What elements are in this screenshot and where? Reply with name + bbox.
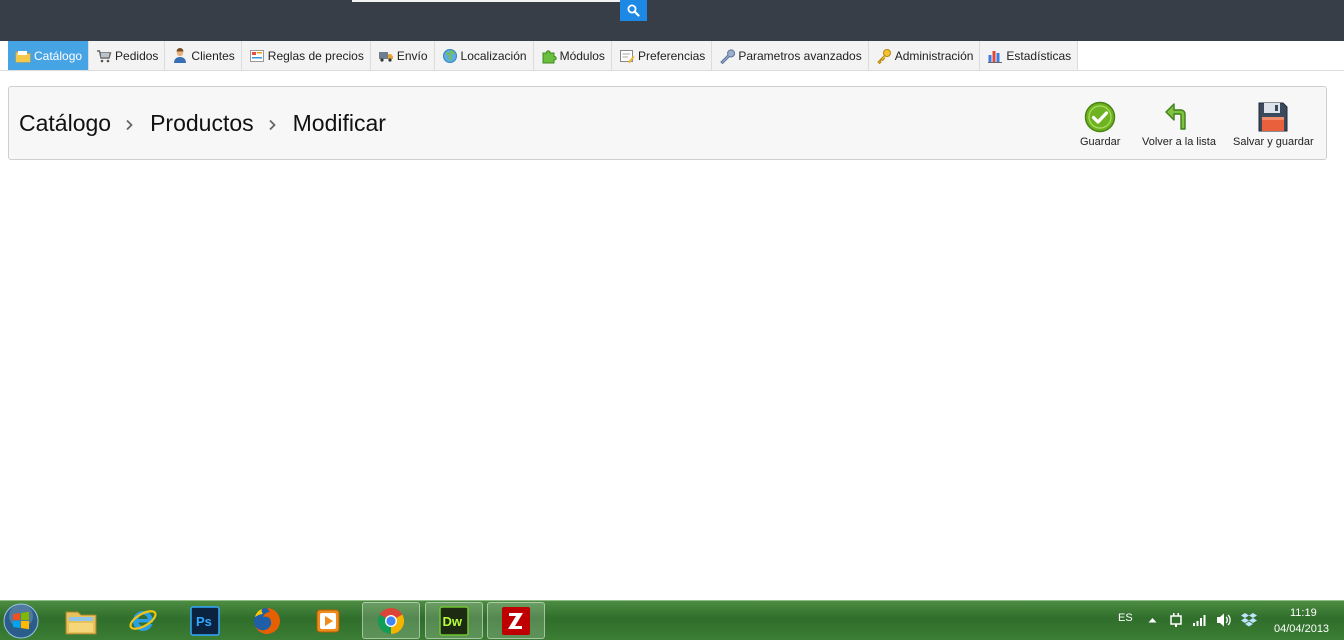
wrench-icon: [720, 48, 736, 64]
key-icon: [877, 48, 891, 64]
chevron-right-icon: [269, 119, 276, 130]
filezilla-icon: [502, 606, 530, 635]
menu-item-modulos[interactable]: Módulos: [533, 41, 612, 70]
menu-item-reglas-de-precios[interactable]: Reglas de precios: [241, 41, 371, 70]
toolbar-panel: Catálogo Productos Modificar Guardar Vol…: [8, 86, 1327, 160]
cart-icon: [97, 49, 112, 62]
top-header: [0, 0, 1344, 41]
menu-item-localizacion[interactable]: Localización: [434, 41, 534, 70]
taskbar-firefox[interactable]: [238, 602, 296, 639]
internet-explorer-icon: [129, 609, 157, 631]
taskbar-photoshop[interactable]: Ps: [176, 602, 234, 639]
start-button[interactable]: [3, 603, 39, 639]
menu-item-envio[interactable]: Envío: [370, 41, 435, 70]
windows-taskbar: Ps Dw ES 11:19 04/04/2013: [0, 600, 1344, 640]
menu-item-parametros-avanzados[interactable]: Parametros avanzados: [712, 41, 869, 70]
menu-item-clientes[interactable]: Clientes: [165, 41, 242, 70]
bar-chart-icon: [988, 50, 1003, 63]
back-to-list-label: Volver a la lista: [1142, 136, 1216, 148]
dreamweaver-icon: Dw: [439, 605, 469, 636]
menu-item-label: Catálogo: [34, 48, 83, 63]
save-button-label: Guardar: [1080, 136, 1121, 148]
breadcrumb-separator: [268, 110, 277, 137]
main-menu-bar: Catálogo Pedidos Clientes Reglas de prec…: [0, 41, 1344, 71]
chevron-right-icon: [126, 119, 133, 130]
dropbox-icon[interactable]: [1240, 612, 1258, 628]
taskbar-internet-explorer[interactable]: [114, 602, 172, 639]
save-and-stay-button[interactable]: Salvar y guardar: [1233, 101, 1314, 148]
save-button[interactable]: Guardar: [1080, 101, 1120, 148]
user-icon: [174, 47, 187, 63]
menu-item-label: Preferencias: [637, 48, 706, 63]
taskbar-file-explorer[interactable]: [52, 602, 110, 639]
price-rules-icon: [249, 49, 264, 62]
menu-item-label: Reglas de precios: [267, 48, 364, 63]
windows-logo-icon: [3, 603, 39, 639]
show-hidden-icons-icon[interactable]: [1148, 617, 1157, 623]
taskbar-media-player[interactable]: [300, 602, 358, 639]
truck-icon: [378, 51, 393, 62]
power-plug-icon[interactable]: [1169, 612, 1183, 628]
breadcrumb-separator: [125, 110, 134, 137]
file-explorer-icon: [65, 611, 97, 634]
search-input[interactable]: [352, 0, 620, 2]
taskbar-chrome[interactable]: [362, 602, 420, 639]
menu-item-label: Parametros avanzados: [738, 48, 862, 63]
folder-icon: [15, 50, 31, 62]
svg-text:Ps: Ps: [196, 614, 212, 629]
menu-item-label: Localización: [460, 48, 527, 63]
firefox-icon: [254, 607, 280, 634]
taskbar-filezilla[interactable]: [487, 602, 545, 639]
menu-item-pedidos[interactable]: Pedidos: [89, 41, 166, 70]
menu-item-label: Envío: [396, 48, 428, 63]
main-menu: Catálogo Pedidos Clientes Reglas de prec…: [8, 41, 1079, 70]
menu-item-label: Módulos: [559, 48, 605, 63]
network-signal-icon[interactable]: [1192, 613, 1208, 627]
check-circle-icon: [1084, 101, 1116, 133]
svg-text:Dw: Dw: [443, 614, 463, 629]
globe-icon: [442, 48, 457, 63]
preferences-icon: [619, 49, 635, 63]
save-and-stay-label: Salvar y guardar: [1233, 136, 1314, 148]
media-player-icon: [316, 609, 340, 632]
menu-item-administracion[interactable]: Administración: [868, 41, 981, 70]
breadcrumb-item-modificar: Modificar: [292, 109, 386, 136]
puzzle-icon: [542, 49, 557, 63]
breadcrumb-item-productos[interactable]: Productos: [150, 110, 254, 137]
menu-item-catalogo[interactable]: Catálogo: [8, 41, 90, 70]
breadcrumb: Catálogo Productos Modificar: [19, 87, 386, 159]
chrome-icon: [377, 607, 405, 634]
clock-date[interactable]: 04/04/2013: [1274, 623, 1329, 635]
menu-item-label: Administración: [894, 48, 974, 63]
menu-item-label: Estadísticas: [1006, 48, 1072, 63]
language-indicator[interactable]: ES: [1118, 612, 1133, 624]
menu-item-label: Pedidos: [115, 48, 159, 63]
breadcrumb-item-catalogo[interactable]: Catálogo: [19, 110, 111, 137]
menu-item-preferencias[interactable]: Preferencias: [611, 41, 713, 70]
return-arrow-icon: [1165, 103, 1186, 130]
photoshop-icon: Ps: [190, 605, 220, 636]
back-to-list-button[interactable]: Volver a la lista: [1142, 101, 1216, 148]
search-icon: [627, 4, 640, 17]
volume-icon[interactable]: [1215, 612, 1233, 628]
taskbar-dreamweaver[interactable]: Dw: [425, 602, 483, 639]
menu-item-label: Clientes: [191, 48, 235, 63]
search-button[interactable]: [620, 0, 647, 21]
floppy-disk-icon: [1258, 102, 1288, 132]
clock-time[interactable]: 11:19: [1290, 607, 1317, 619]
menu-item-estadisticas[interactable]: Estadísticas: [980, 41, 1079, 70]
